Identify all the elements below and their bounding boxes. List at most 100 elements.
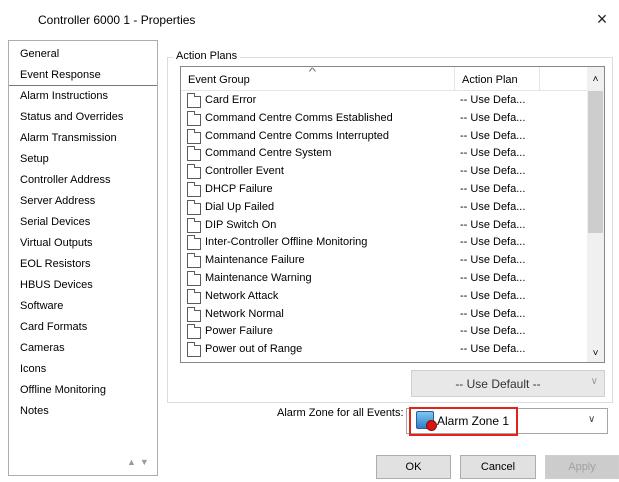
action-plan-dropdown[interactable]: -- Use Default -- ∨ [411, 370, 605, 397]
action-plan-value: -- Use Defa... [460, 94, 526, 106]
title-bar: Controller 6000 1 - Properties × [0, 0, 619, 40]
list-item[interactable]: DHCP Failure -- Use Defa... [181, 182, 587, 200]
list-item[interactable]: Inter-Controller Offline Monitoring -- Us… [181, 235, 587, 253]
event-group-name: Network Normal [205, 307, 284, 320]
folder-icon [187, 146, 201, 162]
scroll-down-icon[interactable]: ˅ [587, 345, 604, 362]
action-plan-value: -- Use Defa... [460, 165, 526, 178]
alarm-zone-icon [416, 411, 437, 431]
event-group-name: Network Attack [205, 289, 279, 302]
event-group-name: Maintenance Failure [205, 254, 305, 267]
list-item[interactable]: DIP Switch On -- Use Defa... [181, 217, 587, 236]
column-header-event-group[interactable]: Event Group ^ [181, 67, 455, 91]
event-group-name: Command Centre Comms Interrupted [205, 129, 390, 142]
list-item[interactable]: Command Centre System -- Use Defa... [181, 146, 587, 164]
sidebar-item-controller-address[interactable]: Controller Address [9, 170, 157, 191]
action-plan-value: -- Use Defa... [460, 289, 526, 302]
event-group-name: Card Error [205, 94, 257, 106]
sort-ascending-icon: ^ [308, 67, 317, 78]
folder-icon [187, 217, 201, 233]
action-plan-value: -- Use Defa... [460, 200, 526, 213]
list-item[interactable]: Maintenance Failure -- Use Defa... [181, 253, 587, 271]
event-group-name: Dial Up Failed [205, 200, 275, 213]
event-group-name: Command Centre System [205, 147, 332, 160]
sidebar-item-icons[interactable]: Icons [9, 359, 157, 380]
folder-icon [187, 288, 201, 304]
folder-icon [187, 342, 201, 358]
sidebar-item-hbus-devices[interactable]: HBUS Devices [9, 275, 157, 296]
sidebar-item-server-address[interactable]: Server Address [9, 191, 157, 212]
action-plan-value: -- Use Defa... [460, 236, 526, 249]
folder-icon [187, 164, 201, 180]
event-group-name: Power Failure [205, 325, 273, 338]
event-group-name: Power out of Range [205, 343, 303, 356]
chevron-down-icon: ∨ [590, 376, 598, 387]
event-group-name: Controller Event [205, 165, 284, 178]
sidebar-item-serial-devices[interactable]: Serial Devices [9, 212, 157, 233]
sidebar-item-setup[interactable]: Setup [9, 149, 157, 170]
list-item[interactable]: Maintenance Warning -- Use Defa... [181, 271, 587, 289]
list-item[interactable]: Command Centre Comms Established -- Use D… [181, 110, 587, 129]
folder-icon [187, 235, 201, 251]
folder-icon [187, 110, 201, 126]
list-header: Event Group ^ Action Plan [181, 67, 604, 91]
ok-button[interactable]: OK [376, 455, 451, 479]
cancel-button[interactable]: Cancel [460, 455, 536, 479]
list-item[interactable]: Controller Event -- Use Defa... [181, 164, 587, 182]
list-item[interactable]: Power out of Range -- Use Defa... [181, 342, 587, 360]
sidebar-item-general[interactable]: General [9, 44, 157, 65]
sidebar-item-status-and-overrides[interactable]: Status and Overrides [9, 107, 157, 128]
event-group-name: Maintenance Warning [205, 272, 312, 284]
sidebar-item-cameras[interactable]: Cameras [9, 338, 157, 359]
list-item[interactable]: Network Attack -- Use Defa... [181, 288, 587, 307]
action-plan-value: -- Use Defa... [460, 147, 526, 160]
action-plan-value: -- Use Defa... [460, 343, 526, 356]
action-plan-value: -- Use Defa... [460, 307, 526, 320]
window-title: Controller 6000 1 - Properties [38, 13, 196, 27]
scroll-up-icon[interactable]: ˄ [587, 71, 604, 88]
close-button[interactable]: × [585, 4, 619, 34]
action-plans-list[interactable]: Event Group ^ Action Plan Card Error -- U… [180, 66, 605, 363]
action-plan-value: -- Use Defa... [460, 183, 526, 195]
folder-icon [187, 271, 201, 286]
alarm-zone-value: Alarm Zone 1 [437, 414, 510, 428]
action-plan-value: -- Use Defa... [460, 111, 526, 124]
scrollbar-thumb[interactable] [588, 91, 603, 233]
list-item[interactable]: Power Failure -- Use Defa... [181, 324, 587, 342]
column-header-action-plan[interactable]: Action Plan [455, 67, 540, 91]
action-plan-value: -- Use Defa... [460, 254, 526, 267]
sidebar-item-alarm-transmission[interactable]: Alarm Transmission [9, 128, 157, 149]
folder-icon [187, 253, 201, 269]
list-item[interactable]: Card Error -- Use Defa... [181, 93, 587, 111]
folder-icon [187, 93, 201, 108]
event-group-name: DIP Switch On [205, 218, 277, 231]
sidebar-item-card-formats[interactable]: Card Formats [9, 317, 157, 338]
action-plan-value: -- Use Defa... [460, 218, 526, 231]
chevron-down-icon[interactable]: ∨ [588, 414, 595, 425]
list-item[interactable]: Dial Up Failed -- Use Defa... [181, 199, 587, 218]
folder-icon [187, 182, 201, 197]
event-group-name: Inter-Controller Offline Monitoring [205, 236, 368, 249]
sidebar-item-offline-monitoring[interactable]: Offline Monitoring [9, 380, 157, 401]
column-header-event-group-label: Event Group [188, 74, 250, 86]
action-plan-dropdown-value: -- Use Default -- [455, 377, 541, 391]
action-plan-value: -- Use Defa... [460, 272, 526, 284]
sidebar-item-notes[interactable]: Notes [9, 401, 157, 422]
sidebar-item-software[interactable]: Software [9, 296, 157, 317]
apply-button[interactable]: Apply [545, 455, 619, 479]
folder-icon [187, 199, 201, 215]
event-group-name: Command Centre Comms Established [205, 111, 393, 124]
folder-icon [187, 306, 201, 322]
sidebar-item-virtual-outputs[interactable]: Virtual Outputs [9, 233, 157, 254]
list-item[interactable]: Network Normal -- Use Defa... [181, 306, 587, 325]
sidebar: General Event Response Alarm Instruction… [8, 40, 158, 476]
list-item[interactable]: Command Centre Comms Interrupted -- Use D… [181, 128, 587, 147]
sidebar-scroll-arrows[interactable]: ▲▼ [127, 457, 157, 467]
action-plans-label: Action Plans [173, 50, 241, 62]
list-vertical-scrollbar[interactable]: ˄ ˅ [587, 67, 604, 362]
sidebar-item-alarm-instructions[interactable]: Alarm Instructions [9, 86, 157, 107]
sidebar-item-event-response[interactable]: Event Response [9, 65, 157, 86]
sidebar-item-eol-resistors[interactable]: EOL Resistors [9, 254, 157, 275]
action-plan-value: -- Use Defa... [460, 325, 526, 338]
folder-icon [187, 324, 201, 340]
